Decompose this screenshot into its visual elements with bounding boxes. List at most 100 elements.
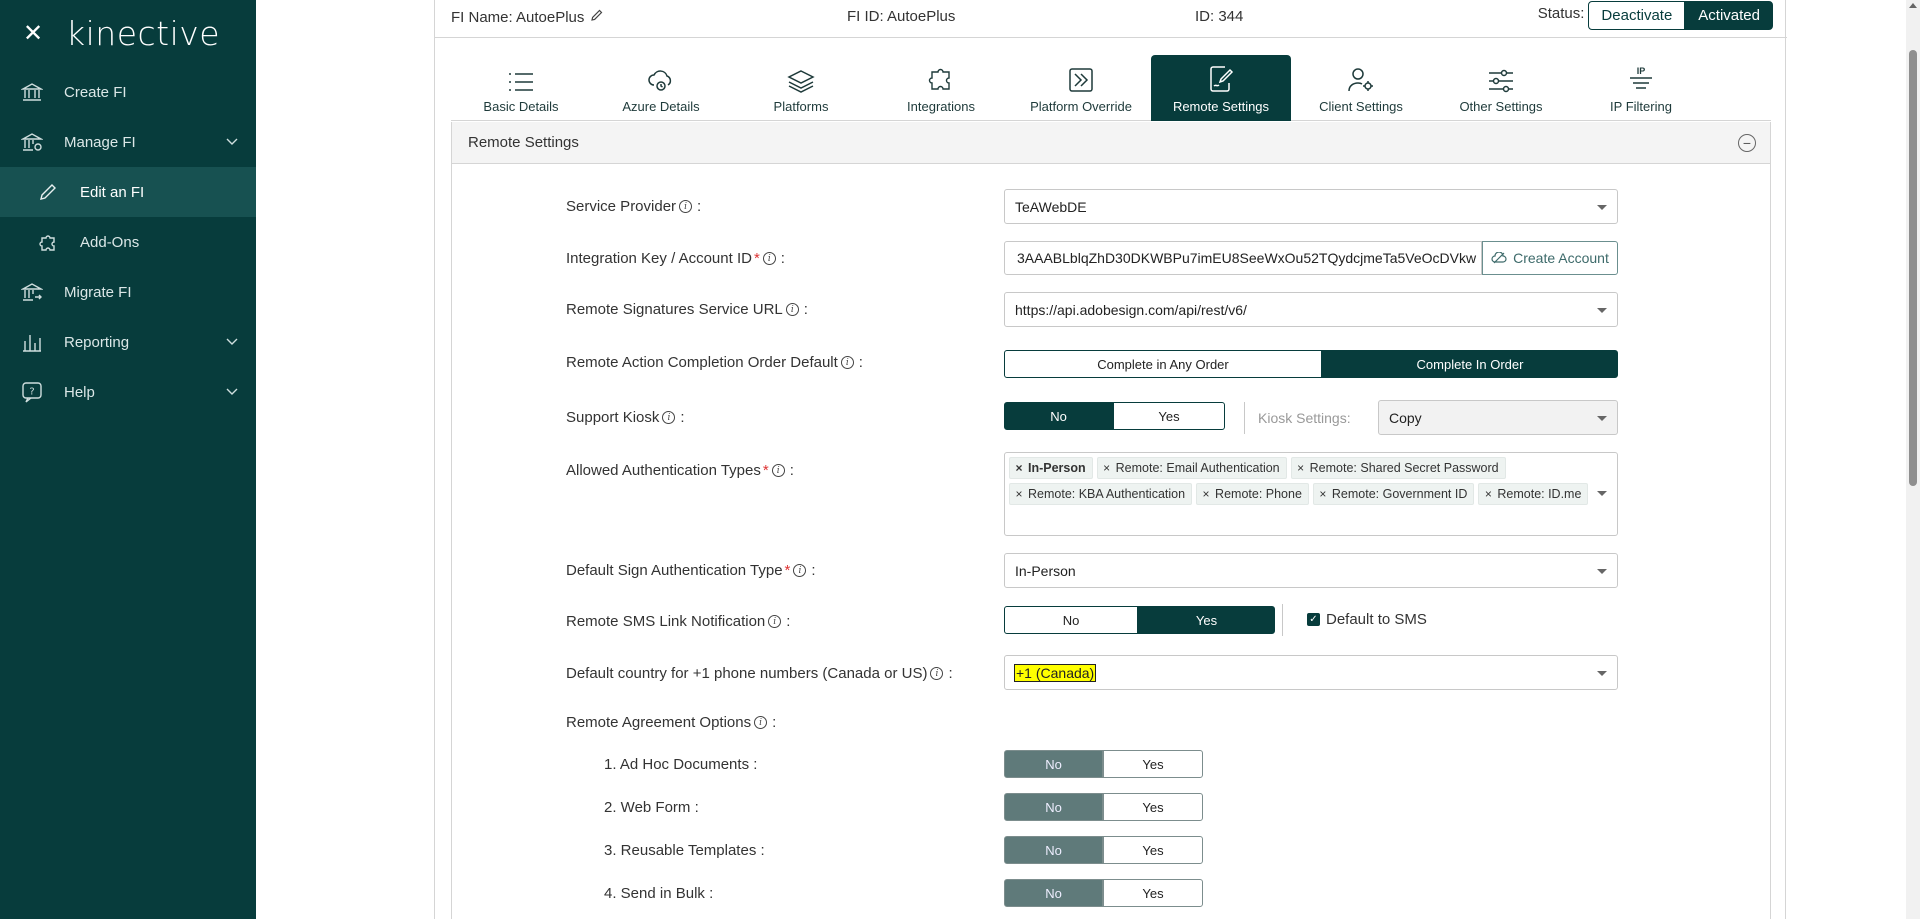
bank-arrow-icon — [20, 280, 44, 304]
web-form-no-option[interactable]: No — [1004, 793, 1103, 821]
bank-gear-icon — [20, 130, 44, 154]
tab-platforms[interactable]: Platforms — [731, 55, 871, 121]
kiosk-settings-label: Kiosk Settings: — [1258, 410, 1351, 426]
default-country-label: Default country for +1 phone numbers (Ca… — [566, 665, 953, 682]
tab-label: Remote Settings — [1172, 99, 1270, 114]
pencil-icon[interactable] — [590, 8, 604, 26]
default-to-sms-checkbox[interactable]: ✓ Default to SMS — [1307, 611, 1427, 628]
tab-client-settings[interactable]: Client Settings — [1291, 55, 1431, 121]
remove-tag-icon[interactable]: × — [1098, 461, 1116, 475]
tab-platform-override[interactable]: Platform Override — [1011, 55, 1151, 121]
kiosk-no-option[interactable]: No — [1004, 402, 1113, 430]
info-icon[interactable]: i — [768, 615, 782, 628]
sms-no-option[interactable]: No — [1004, 606, 1138, 634]
collapse-icon[interactable]: − — [1738, 134, 1756, 152]
bank-icon — [20, 80, 44, 104]
info-icon[interactable]: i — [793, 564, 807, 577]
remove-tag-icon[interactable]: × — [1292, 461, 1310, 475]
sidebar-item-edit-fi[interactable]: Edit an FI — [0, 167, 256, 217]
status-toggle: Status: Deactivate Activated — [1538, 1, 1773, 30]
sidebar-item-help[interactable]: ? Help — [0, 367, 256, 417]
sidebar-item-manage-fi[interactable]: Manage FI — [0, 117, 256, 167]
bulk-no-option[interactable]: No — [1004, 879, 1103, 907]
fi-name: FI Name: AutoePlus — [451, 8, 604, 26]
sidebar-item-create-fi[interactable]: Create FI — [0, 67, 256, 117]
scrollbar-thumb[interactable] — [1909, 50, 1917, 486]
remove-tag-icon[interactable]: × — [1010, 461, 1028, 475]
reusable-templates-toggle: No Yes — [1004, 836, 1203, 864]
tab-label: Other Settings — [1459, 99, 1543, 114]
complete-any-order-option[interactable]: Complete in Any Order — [1004, 350, 1322, 378]
tab-integrations[interactable]: Integrations — [871, 55, 1011, 121]
close-icon[interactable]: ✕ — [20, 19, 46, 48]
service-provider-select[interactable]: TeAWebDE — [1004, 189, 1618, 224]
divider — [1244, 402, 1245, 434]
info-icon[interactable]: i — [679, 200, 693, 213]
default-sign-auth-select[interactable]: In-Person — [1004, 553, 1618, 588]
web-form-yes-option[interactable]: Yes — [1103, 793, 1203, 821]
auth-tag: × Remote: Government ID — [1312, 483, 1475, 505]
auth-tag: × Remote: ID.me — [1478, 483, 1589, 505]
layers-icon — [787, 70, 815, 93]
tab-ip-filtering[interactable]: IP IP Filtering — [1571, 55, 1711, 121]
card-header: Remote Settings − — [452, 122, 1770, 164]
tab-azure-details[interactable]: Azure Details — [591, 55, 731, 121]
remove-tag-icon[interactable]: × — [1314, 487, 1332, 501]
divider — [1282, 604, 1283, 636]
ad-hoc-documents-toggle: No Yes — [1004, 750, 1203, 778]
sidebar-item-label: Create FI — [64, 83, 127, 101]
user-gear-icon — [1348, 68, 1373, 92]
info-icon[interactable]: i — [785, 303, 799, 316]
auth-types-multiselect[interactable]: × In-Person × Remote: Email Authentication… — [1004, 452, 1618, 536]
sidebar-item-migrate-fi[interactable]: Migrate FI — [0, 267, 256, 317]
sms-yes-option[interactable]: Yes — [1138, 606, 1275, 634]
status-label: Status: — [1537, 5, 1585, 22]
fi-info-bar: FI Name: AutoePlus FI ID: AutoePlus ID: … — [435, 0, 1787, 38]
sidebar-item-add-ons[interactable]: Add-Ons — [0, 217, 256, 267]
tab-basic-details[interactable]: Basic Details — [451, 55, 591, 121]
kiosk-yes-option[interactable]: Yes — [1113, 402, 1225, 430]
caret-down-icon — [1597, 205, 1607, 210]
create-account-button[interactable]: Create Account — [1482, 241, 1618, 275]
tab-other-settings[interactable]: Other Settings — [1431, 55, 1571, 121]
tab-remote-settings[interactable]: Remote Settings — [1151, 55, 1291, 121]
scroll-up-icon[interactable] — [1909, 3, 1917, 8]
page-scrollbar[interactable] — [1906, 0, 1920, 919]
info-icon[interactable]: i — [662, 411, 676, 424]
signatures-url-select[interactable]: https://api.adobesign.com/api/rest/v6/ — [1004, 292, 1618, 327]
info-icon[interactable]: i — [762, 252, 776, 265]
tab-label: Client Settings — [1319, 99, 1403, 114]
ad-hoc-yes-option[interactable]: Yes — [1103, 750, 1203, 778]
svg-text:IP: IP — [1637, 66, 1646, 76]
bulk-yes-option[interactable]: Yes — [1103, 879, 1203, 907]
remove-tag-icon[interactable]: × — [1479, 487, 1497, 501]
ip-filter-icon: IP — [1630, 66, 1652, 89]
info-icon[interactable]: i — [930, 667, 944, 680]
complete-in-order-option[interactable]: Complete In Order — [1322, 350, 1618, 378]
info-icon[interactable]: i — [754, 716, 768, 729]
sidebar-item-label: Help — [64, 383, 95, 401]
ad-hoc-no-option[interactable]: No — [1004, 750, 1103, 778]
tab-label: Platforms — [773, 99, 829, 114]
sidebar-item-label: Manage FI — [64, 133, 136, 151]
reusable-yes-option[interactable]: Yes — [1103, 836, 1203, 864]
sidebar: ✕ kinective Create FI Manage FI Edit an … — [0, 0, 256, 919]
auth-tag: × Remote: Phone — [1196, 483, 1309, 505]
sliders-icon — [1489, 69, 1513, 93]
signatures-url-label: Remote Signatures Service URL i: — [566, 301, 808, 318]
default-country-select[interactable]: +1 (Canada) — [1004, 655, 1618, 690]
integration-key-input[interactable]: 3AAABLblqZhD30DKWBPu7imEU8SeeWxOu52TQydc… — [1004, 241, 1482, 275]
reusable-no-option[interactable]: No — [1004, 836, 1103, 864]
web-form-label: 2. Web Form : — [604, 799, 699, 816]
info-icon[interactable]: i — [840, 356, 854, 369]
activated-button[interactable]: Activated — [1685, 1, 1773, 30]
tab-label: Integrations — [907, 99, 975, 114]
sidebar-item-reporting[interactable]: Reporting — [0, 317, 256, 367]
deactivate-button[interactable]: Deactivate — [1588, 1, 1686, 30]
kiosk-settings-select[interactable]: Copy — [1378, 400, 1618, 435]
sidebar-header: ✕ kinective — [0, 0, 256, 66]
tab-label: IP Filtering — [1610, 99, 1672, 114]
info-icon[interactable]: i — [771, 464, 785, 477]
remove-tag-icon[interactable]: × — [1197, 487, 1215, 501]
remove-tag-icon[interactable]: × — [1010, 487, 1028, 501]
